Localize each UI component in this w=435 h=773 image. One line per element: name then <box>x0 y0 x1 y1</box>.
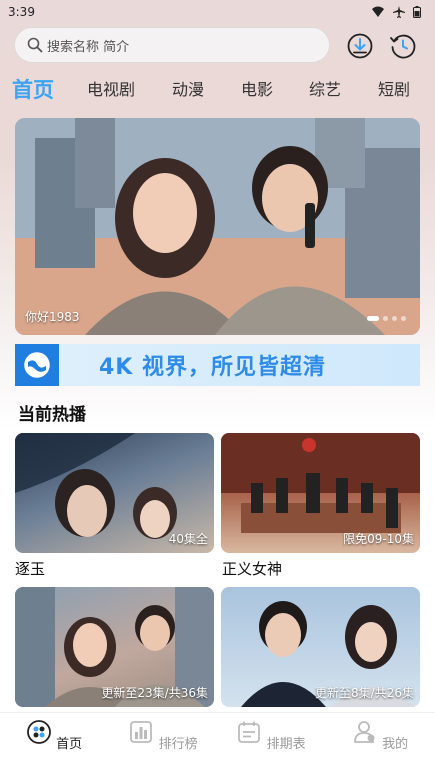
video-card[interactable]: 更新至8集/共26集 <box>221 587 420 707</box>
carousel-dot <box>392 316 397 321</box>
hero-caption: 你好1983 <box>25 310 80 324</box>
card-title[interactable]: 正义女神 <box>222 558 282 579</box>
carousel-indicator <box>367 316 406 321</box>
ranking-icon <box>130 721 153 743</box>
promo-banner[interactable]: 4K 视界，所见皆超清 <box>15 344 420 386</box>
wifi-icon <box>372 6 384 17</box>
search-icon <box>27 37 43 53</box>
episode-badge: 40集全 <box>168 532 208 546</box>
video-card[interactable]: 限免09-10集 <box>221 433 420 553</box>
category-tabs: 首页 电视剧 动漫 电影 综艺 短剧 <box>0 72 435 108</box>
history-icon[interactable] <box>389 32 417 60</box>
episode-badge: 更新至23集/共36集 <box>101 686 208 700</box>
search-input[interactable]: 搜索名称 简介 <box>14 27 330 63</box>
user-icon <box>354 721 375 743</box>
promo-banner-text: 4K 视界，所见皆超清 <box>99 355 327 380</box>
nav-home[interactable]: 首页 <box>14 719 94 752</box>
tab-short-drama[interactable]: 短剧 <box>378 72 410 108</box>
section-title: 当前热播 <box>18 405 86 425</box>
nav-label: 首页 <box>56 737 83 752</box>
card-title[interactable]: 逐玉 <box>15 558 45 579</box>
nav-profile[interactable]: 我的 <box>340 719 420 752</box>
tab-tv-series[interactable]: 电视剧 <box>87 72 135 108</box>
hero-image <box>15 118 420 335</box>
home-icon <box>27 720 51 744</box>
status-bar: 3:39 <box>0 0 435 24</box>
episode-badge: 限免09-10集 <box>343 532 414 546</box>
nav-label: 排行榜 <box>158 737 198 752</box>
tab-anime[interactable]: 动漫 <box>172 72 204 108</box>
battery-icon <box>413 6 421 18</box>
hero-banner[interactable]: 你好1983 <box>15 118 420 335</box>
nav-label: 我的 <box>382 737 409 752</box>
nav-label: 排期表 <box>266 737 306 752</box>
nav-schedule[interactable]: 排期表 <box>231 719 311 752</box>
tab-variety[interactable]: 综艺 <box>309 72 341 108</box>
status-icons <box>371 6 421 18</box>
carousel-dot <box>367 316 379 321</box>
globe-icon <box>15 344 59 386</box>
tab-movies[interactable]: 电影 <box>241 72 273 108</box>
carousel-dot <box>383 316 388 321</box>
episode-badge: 更新至8集/共26集 <box>315 686 414 700</box>
video-card[interactable]: 40集全 <box>15 433 214 553</box>
status-time: 3:39 <box>8 5 35 19</box>
carousel-dot <box>401 316 406 321</box>
search-row: 搜索名称 简介 <box>0 27 435 65</box>
nav-ranking[interactable]: 排行榜 <box>123 719 203 752</box>
search-placeholder: 搜索名称 简介 <box>47 39 130 55</box>
bottom-nav: 首页 排行榜 排期表 我的 <box>0 712 435 773</box>
tab-home[interactable]: 首页 <box>12 72 54 108</box>
calendar-icon <box>238 721 261 743</box>
download-icon[interactable] <box>346 32 374 60</box>
video-card[interactable]: 更新至23集/共36集 <box>15 587 214 707</box>
airplane-icon <box>393 6 405 18</box>
